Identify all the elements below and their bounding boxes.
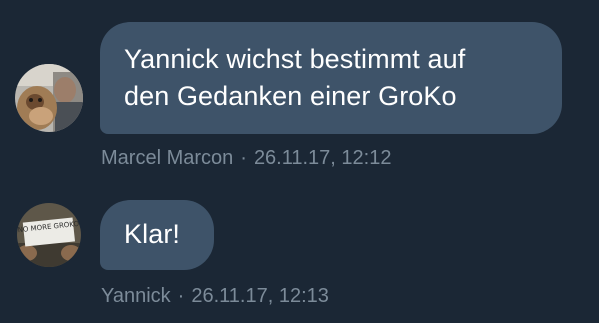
yannick-avatar[interactable]: NO MORE GROKO <box>17 203 81 267</box>
message-timestamp: 26.11.17, 12:13 <box>191 285 329 307</box>
message-timestamp: 26.11.17, 12:12 <box>253 147 392 169</box>
message-text-line: den Gedanken einer GroKo <box>124 81 457 111</box>
message-text-line: Yannick wichst bestimmt auf <box>124 44 466 74</box>
message-bubble[interactable]: Klar! <box>100 200 214 270</box>
marcel-avatar[interactable] <box>15 64 83 132</box>
message-meta: Marcel Marcon · 26.11.17, 12:12 <box>101 146 391 170</box>
message-bubble[interactable]: Yannick wichst bestimmt auf den Gedanken… <box>100 22 562 134</box>
message-text-line: Klar! <box>124 219 181 249</box>
author-name[interactable]: Marcel Marcon <box>101 147 233 169</box>
meta-separator: · <box>240 147 247 169</box>
user-photo-icon <box>15 64 83 132</box>
meta-separator: · <box>177 285 185 307</box>
user-photo-icon: NO MORE GROKO <box>17 203 81 267</box>
message-meta: Yannick · 26.11.17, 12:13 <box>101 284 329 308</box>
author-name[interactable]: Yannick <box>101 285 171 307</box>
